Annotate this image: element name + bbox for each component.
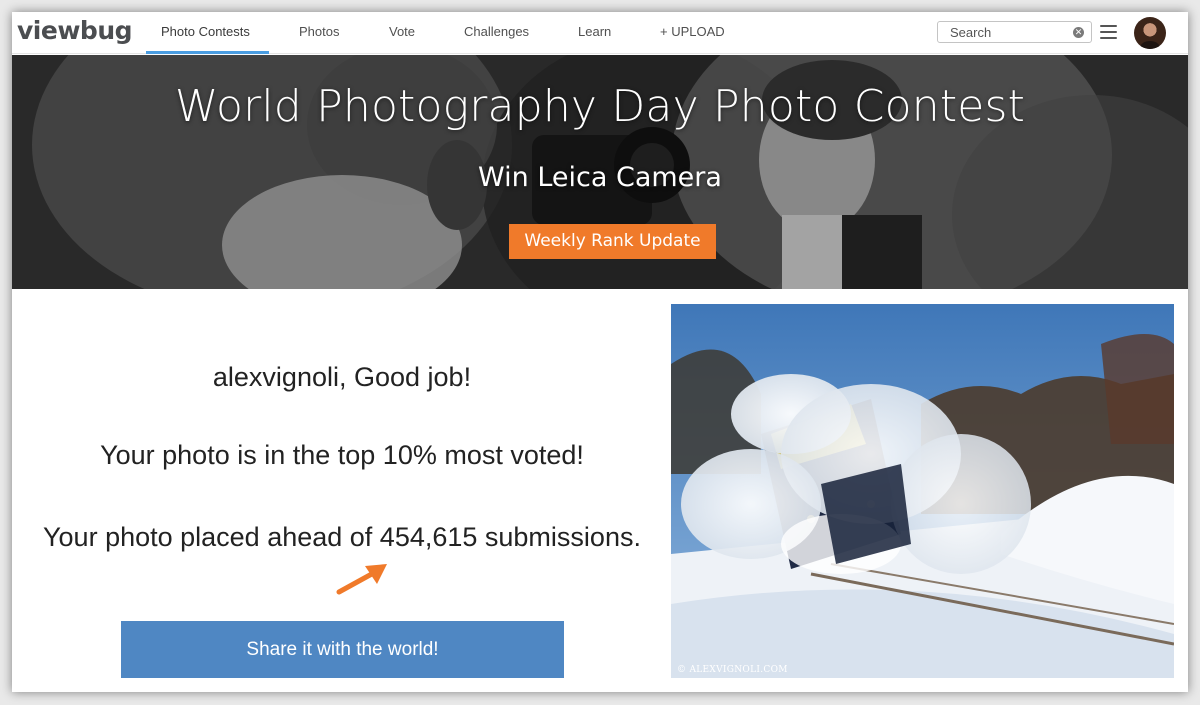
top-navbar: viewbug Photo Contests Photos Vote Chall… <box>12 12 1188 54</box>
viewbug-logo[interactable]: viewbug <box>17 16 133 45</box>
arrow-up-right-icon <box>336 564 387 595</box>
rank-message: Your photo is in the top 10% most voted! <box>100 440 584 470</box>
search-box: ✕ <box>937 21 1092 43</box>
share-button[interactable]: Share it with the world! <box>121 621 564 678</box>
nav-vote[interactable]: Vote <box>389 12 415 54</box>
nav-photo-contests[interactable]: Photo Contests <box>146 12 269 54</box>
submitted-photo[interactable]: © ALEXVIGNOLI.COM <box>671 304 1174 678</box>
nav-challenges[interactable]: Challenges <box>464 12 529 54</box>
weekly-rank-update-button[interactable]: Weekly Rank Update <box>509 224 716 259</box>
train-snow-photo <box>671 304 1174 678</box>
hero-banner: World Photography Day Photo Contest Win … <box>12 55 1188 289</box>
search-input[interactable] <box>950 22 1075 42</box>
greeting-text: alexvignoli, Good job! <box>212 362 472 392</box>
nav-upload[interactable]: + UPLOAD <box>660 12 725 54</box>
hamburger-menu-icon[interactable] <box>1100 25 1117 39</box>
clear-icon[interactable]: ✕ <box>1073 27 1084 38</box>
nav-learn[interactable]: Learn <box>578 12 611 54</box>
contest-title: World Photography Day Photo Contest <box>174 81 1026 132</box>
nav-photos[interactable]: Photos <box>299 12 339 54</box>
user-avatar[interactable] <box>1134 17 1166 49</box>
browser-window: viewbug Photo Contests Photos Vote Chall… <box>12 12 1188 692</box>
contest-prize: Win Leica Camera <box>478 162 722 193</box>
placement-message: Your photo placed ahead of 454,615 submi… <box>43 522 641 552</box>
photo-credit: © ALEXVIGNOLI.COM <box>677 665 788 675</box>
